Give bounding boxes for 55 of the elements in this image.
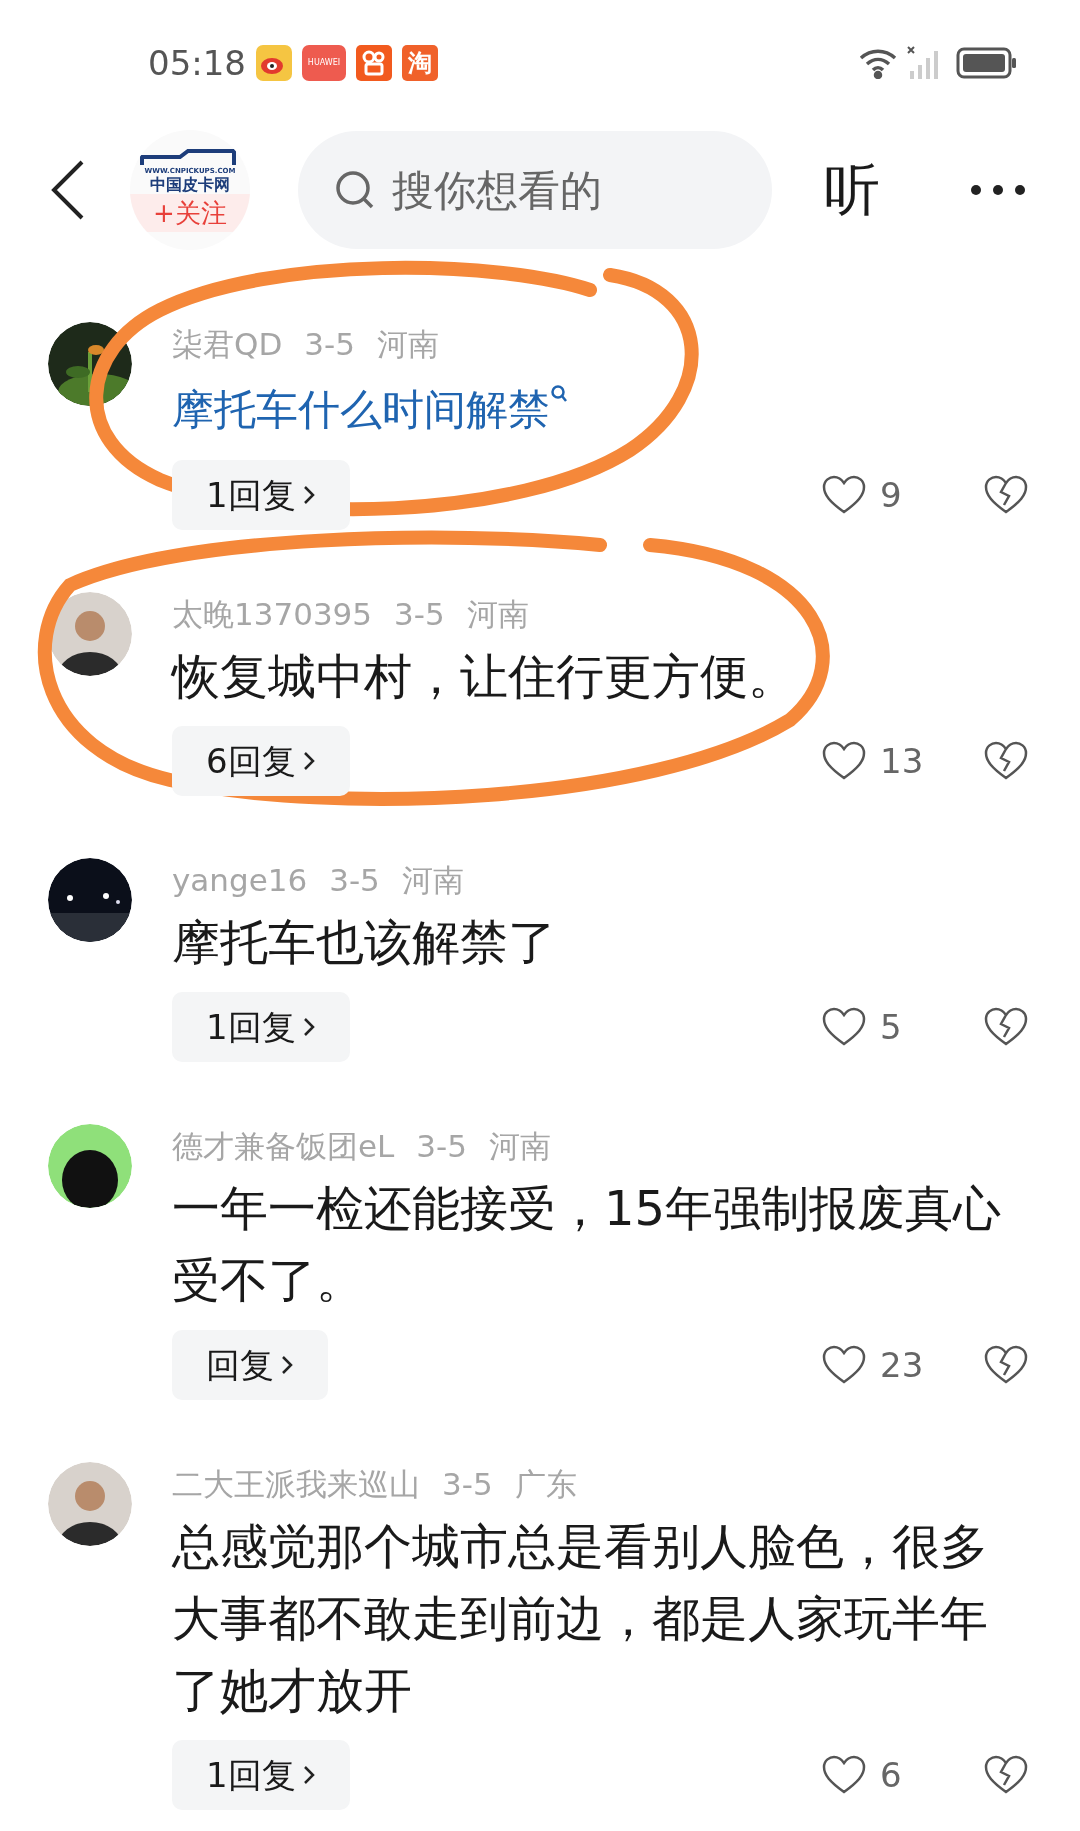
app-icon <box>256 45 292 81</box>
app-icon: HUAWEI <box>302 45 346 81</box>
dislike-icon[interactable] <box>984 741 1028 781</box>
chevron-right-icon <box>301 1764 316 1786</box>
comment-date: 3-5 <box>416 1127 467 1166</box>
battery-icon <box>956 47 1018 79</box>
comment-date: 3-5 <box>329 861 380 900</box>
chevron-right-icon <box>301 484 316 506</box>
status-time: 05:18 <box>148 41 246 85</box>
chevron-right-icon <box>301 1016 316 1038</box>
app-icon: 淘 <box>402 45 438 81</box>
replies-button[interactable]: 1回复 <box>172 1740 350 1810</box>
dislike-icon[interactable] <box>984 475 1028 515</box>
comment-region: 河南 <box>401 861 464 900</box>
comment-text: 摩托车也该解禁了 <box>172 913 557 972</box>
comment-region: 河南 <box>466 595 529 634</box>
signal-icon <box>906 45 940 81</box>
chevron-right-icon <box>301 750 316 772</box>
app-icon <box>356 45 392 81</box>
comment-text: 总感觉那个城市总是看别人脸色，很多大事都不敢走到前边，都是人家玩半年了她才放开 <box>172 1517 989 1720</box>
dislike-icon[interactable] <box>984 1755 1028 1795</box>
comment-region: 河南 <box>376 325 439 364</box>
replies-button[interactable]: 回复 <box>172 1330 328 1400</box>
replies-button[interactable]: 1回复 <box>172 460 350 530</box>
heart-icon <box>822 1007 866 1047</box>
dislike-icon[interactable] <box>984 1345 1028 1385</box>
like-button[interactable]: 23 <box>822 1339 932 1391</box>
comment-date: 3-5 <box>442 1465 493 1504</box>
heart-icon <box>822 1345 866 1385</box>
like-button[interactable]: 6 <box>822 1749 932 1801</box>
search-icon <box>334 169 376 211</box>
search-field[interactable]: 搜你想看的 <box>298 131 772 249</box>
comment-date: 3-5 <box>394 595 445 634</box>
comment-text: 恢复城中村，让住行更方便。 <box>172 647 797 706</box>
listen-button[interactable]: 听 <box>824 148 880 232</box>
replies-button[interactable]: 1回复 <box>172 992 350 1062</box>
chevron-right-icon <box>280 1354 294 1376</box>
wifi-icon <box>858 47 898 79</box>
more-icon[interactable] <box>970 184 1026 196</box>
dislike-icon[interactable] <box>984 1007 1028 1047</box>
heart-icon <box>822 475 866 515</box>
like-button[interactable]: 9 <box>822 469 932 521</box>
site-name: 中国皮卡网 <box>150 175 230 194</box>
like-button[interactable]: 13 <box>822 735 932 787</box>
heart-icon <box>822 741 866 781</box>
comment-region: 广东 <box>514 1465 577 1504</box>
replies-button[interactable]: 6回复 <box>172 726 350 796</box>
follow-button[interactable]: +关注 <box>130 193 250 232</box>
comment-date: 3-5 <box>304 325 355 364</box>
search-icon <box>550 384 568 404</box>
comment-text: 一年一检还能接受，15年强制报废真心受不了。 <box>172 1179 1003 1310</box>
like-button[interactable]: 5 <box>822 1001 932 1053</box>
comment-link[interactable]: 摩托车什么时间解禁 <box>172 374 550 446</box>
comment-region: 河南 <box>489 1127 551 1166</box>
heart-icon <box>822 1755 866 1795</box>
